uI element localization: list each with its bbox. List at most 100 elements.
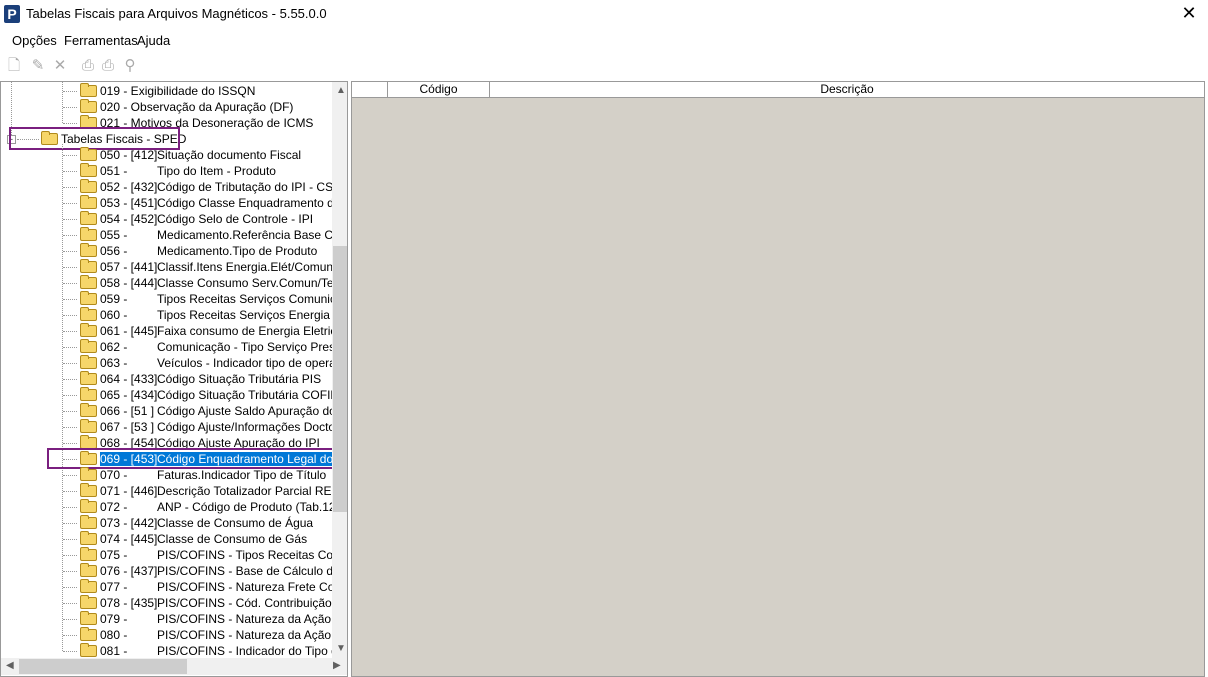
tree-item[interactable]: 079 - PIS/COFINS - Natureza da Ação Judic… — [100, 611, 347, 627]
tree-item[interactable]: 058 - [444]Classe Consumo Serv.Comun/Tel… — [100, 275, 348, 291]
folder-icon — [80, 339, 97, 353]
print-setup-icon[interactable]: ⎙ — [98, 56, 118, 76]
folder-icon — [80, 179, 97, 193]
tree-item[interactable]: 050 - [412]Situação documento Fiscal — [100, 147, 301, 163]
hscroll-thumb[interactable] — [19, 659, 187, 674]
edit-icon[interactable]: ✎ — [28, 56, 48, 76]
folder-icon — [80, 515, 97, 529]
column-indicator[interactable] — [352, 82, 388, 98]
tree-item[interactable]: 053 - [451]Código Classe Enquadramento d… — [100, 195, 348, 211]
menu-ajuda[interactable]: Ajuda — [137, 33, 170, 48]
tree-item[interactable]: 067 - [53 ] Código Ajuste/Informações Doc… — [100, 419, 347, 435]
scroll-left-icon[interactable]: ◀ — [6, 660, 14, 671]
tree-line — [63, 315, 77, 316]
scroll-thumb[interactable] — [333, 246, 347, 512]
tree-item[interactable]: 065 - [434]Código Situação Tributária CO… — [100, 387, 347, 403]
tree-item[interactable]: 064 - [433]Código Situação Tributária PI… — [100, 371, 321, 387]
tree-item-desc: ANP - Código de Produto (Tab.12 SIMP) — [157, 500, 347, 514]
tree-item[interactable]: 061 - [445]Faixa consumo de Energia Elet… — [100, 323, 343, 339]
tree-item-code: 065 - [434] — [100, 388, 158, 402]
search-icon[interactable]: ⚲ — [120, 56, 140, 76]
print-icon[interactable]: ⎙ — [78, 56, 98, 76]
horizontal-scrollbar[interactable]: ◀ ▶ — [1, 658, 347, 675]
tree-item[interactable]: 076 - [437]PIS/COFINS - Base de Cálculo … — [100, 563, 347, 579]
tree-item[interactable]: 052 - [432]Código de Tributação do IPI -… — [100, 179, 340, 195]
tree-item-desc: Código Ajuste/Informações Docto.Fiscal — [157, 420, 347, 434]
tree-item[interactable]: 070 - Faturas.Indicador Tipo de Título — [100, 467, 326, 483]
tree-line — [63, 363, 77, 364]
scroll-down-icon[interactable]: ▼ — [336, 643, 346, 654]
new-icon[interactable]: 🗋 — [4, 56, 24, 76]
folder-icon — [80, 291, 97, 305]
tree-item[interactable]: 056 - Medicamento.Tipo de Produto — [100, 243, 317, 259]
tree-item-code: 051 - — [100, 164, 128, 178]
vertical-scrollbar[interactable]: ▲ ▼ — [332, 82, 347, 658]
folder-icon — [80, 419, 97, 433]
tree-item-code: 067 - [53 ] — [100, 420, 155, 434]
tree-item-desc: Comunicação - Tipo Serviço Prestado — [157, 340, 348, 354]
tree-item-desc: Código Situação Tributária PIS — [157, 372, 322, 386]
column-descricao[interactable]: Descrição — [490, 82, 1204, 98]
tree-item[interactable]: 071 - [446]Descrição Totalizador Parcial… — [100, 483, 347, 499]
tree-item[interactable]: 054 - [452]Código Selo de Controle - IPI — [100, 211, 313, 227]
grid-header: Código Descrição — [352, 82, 1204, 98]
tree-item[interactable]: 059 - Tipos Receitas Serviços Comunicação — [100, 291, 347, 307]
scroll-right-icon[interactable]: ▶ — [333, 660, 341, 671]
tree-item-label: 020 - Observação da Apuração (DF) — [100, 100, 294, 114]
tree-item-code: 059 - — [100, 292, 128, 306]
tree-item-label: 019 - Exigibilidade do ISSQN — [100, 84, 256, 98]
tree-item[interactable]: 081 - PIS/COFINS - Indicador do Tipo de C… — [100, 643, 347, 659]
menu-opcoes[interactable]: Opções — [12, 33, 57, 48]
tree-item-desc: Tipos Receitas Serviços Energia Elétrica — [157, 308, 347, 322]
tree-item[interactable]: 057 - [441]Classif.Itens Energia.Elét/Co… — [100, 259, 347, 275]
tree-item-desc: Medicamento.Tipo de Produto — [157, 244, 318, 258]
tree-item-desc: Classe de Consumo de Água — [157, 516, 314, 530]
tree-item[interactable]: 075 - PIS/COFINS - Tipos Receitas Comunic… — [100, 547, 347, 563]
tree-line — [63, 299, 77, 300]
folder-icon — [80, 627, 97, 641]
menu-bar: Opções Ferramentas Ajuda — [0, 30, 1208, 50]
tree-item[interactable]: 078 - [435]PIS/COFINS - Cód. Contribuiçã… — [100, 595, 347, 611]
window-title: Tabelas Fiscais para Arquivos Magnéticos… — [26, 6, 327, 21]
tree-item[interactable]: 051 - Tipo do Item - Produto — [100, 163, 276, 179]
tree-item[interactable]: 063 - Veículos - Indicador tipo de operaç… — [100, 355, 347, 371]
delete-icon[interactable]: ✕ — [50, 56, 70, 76]
tree-item-desc: Classe Consumo Serv.Comun/Telecom — [157, 276, 348, 290]
menu-ferramentas[interactable]: Ferramentas — [64, 33, 138, 48]
tree-item[interactable]: 072 - ANP - Código de Produto (Tab.12 SIM… — [100, 499, 347, 515]
tree-item[interactable]: 080 - PIS/COFINS - Natureza da Ação Proce… — [100, 627, 347, 643]
tree-line — [63, 491, 77, 492]
tree-line — [62, 82, 63, 123]
tree-line — [63, 107, 77, 108]
tree-view[interactable]: 019 - Exigibilidade do ISSQN 020 - Obser… — [0, 81, 348, 677]
tree-item-code: 074 - [445] — [100, 532, 158, 546]
tree-item-desc: Código Classe Enquadramento do IPI — [157, 196, 348, 210]
tree-item-code: 064 - [433] — [100, 372, 158, 386]
tree-item-desc: Código Situação Tributária COFINS — [157, 388, 348, 402]
tree-item[interactable]: 062 - Comunicação - Tipo Serviço Prestado — [100, 339, 348, 355]
tree-item[interactable]: 055 - Medicamento.Referência Base Cálculo — [100, 227, 348, 243]
tree-line — [63, 347, 77, 348]
app-logo-icon: P — [4, 5, 20, 23]
tree-item[interactable]: 074 - [445]Classe de Consumo de Gás — [100, 531, 307, 547]
tree-line — [63, 379, 77, 380]
tree-line — [63, 283, 77, 284]
tree-item[interactable]: 077 - PIS/COFINS - Natureza Frete Contrat… — [100, 579, 347, 595]
scroll-up-icon[interactable]: ▲ — [336, 85, 346, 96]
tree-item-desc: PIS/COFINS - Natureza Frete Contratado — [157, 580, 347, 594]
tree-item-code: 081 - — [100, 644, 128, 658]
column-codigo[interactable]: Código — [388, 82, 490, 98]
tree-item[interactable]: 066 - [51 ] Código Ajuste Saldo Apuração … — [100, 403, 348, 419]
tree-item[interactable]: 020 - Observação da Apuração (DF) — [100, 99, 293, 115]
close-button[interactable]: ✕ — [1178, 3, 1200, 24]
tree-item-desc: Código Ajuste Saldo Apuração do ICMS — [157, 404, 348, 418]
data-grid[interactable]: Código Descrição — [351, 81, 1205, 677]
tree-item-desc: Medicamento.Referência Base Cálculo — [157, 228, 348, 242]
tree-item-desc: Faixa consumo de Energia Eletrica — [157, 324, 344, 338]
tree-item[interactable]: 073 - [442]Classe de Consumo de Água — [100, 515, 313, 531]
tree-item[interactable]: 060 - Tipos Receitas Serviços Energia Elé… — [100, 307, 347, 323]
tree-item-code: 075 - — [100, 548, 128, 562]
tree-item[interactable]: 019 - Exigibilidade do ISSQN — [100, 83, 255, 99]
tree-line — [63, 171, 77, 172]
folder-icon — [80, 195, 97, 209]
